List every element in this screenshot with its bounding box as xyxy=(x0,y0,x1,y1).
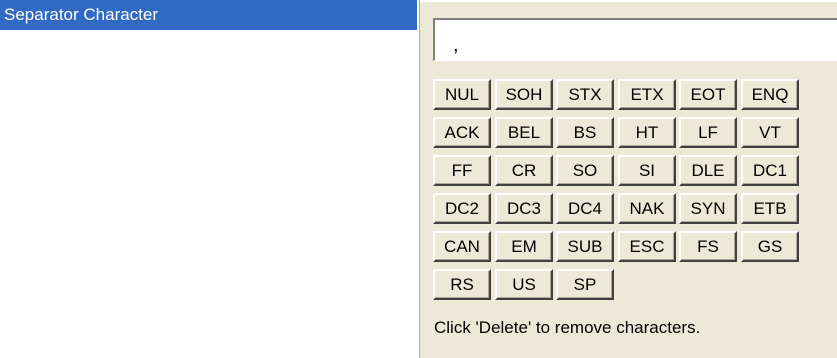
separator-editor-window: Separator Character NULSOHSTXETXEOTENQ AC… xyxy=(0,0,837,358)
char-button-nul[interactable]: NUL xyxy=(433,79,491,110)
char-button-ht[interactable]: HT xyxy=(618,117,676,148)
char-button-ack[interactable]: ACK xyxy=(433,117,491,148)
separator-input[interactable] xyxy=(433,18,837,61)
char-button-us[interactable]: US xyxy=(495,269,553,300)
char-button-dle[interactable]: DLE xyxy=(679,155,737,186)
char-button-bel[interactable]: BEL xyxy=(495,117,553,148)
char-button-syn[interactable]: SYN xyxy=(679,193,737,224)
char-button-can[interactable]: CAN xyxy=(433,231,491,262)
property-list: Separator Character xyxy=(0,0,418,358)
char-button-vt[interactable]: VT xyxy=(741,117,799,148)
delete-hint-text: Click 'Delete' to remove characters. xyxy=(434,318,701,337)
char-button-dc2[interactable]: DC2 xyxy=(433,193,491,224)
char-button-ff[interactable]: FF xyxy=(433,155,491,186)
char-button-em[interactable]: EM xyxy=(495,231,553,262)
char-button-sub[interactable]: SUB xyxy=(556,231,614,262)
char-button-esc[interactable]: ESC xyxy=(618,231,676,262)
property-row-separator-character[interactable]: Separator Character xyxy=(0,0,417,30)
char-button-eot[interactable]: EOT xyxy=(679,79,737,110)
char-button-dc4[interactable]: DC4 xyxy=(556,193,614,224)
char-button-gs[interactable]: GS xyxy=(741,231,799,262)
editor-top-border xyxy=(420,0,837,2)
char-button-stx[interactable]: STX xyxy=(556,79,614,110)
char-button-si[interactable]: SI xyxy=(618,155,676,186)
char-button-dc1[interactable]: DC1 xyxy=(741,155,799,186)
char-button-fs[interactable]: FS xyxy=(679,231,737,262)
char-button-cr[interactable]: CR xyxy=(495,155,553,186)
char-button-enq[interactable]: ENQ xyxy=(741,79,799,110)
char-button-etx[interactable]: ETX xyxy=(618,79,676,110)
char-button-soh[interactable]: SOH xyxy=(495,79,553,110)
char-button-rs[interactable]: RS xyxy=(433,269,491,300)
char-button-etb[interactable]: ETB xyxy=(741,193,799,224)
char-button-dc3[interactable]: DC3 xyxy=(495,193,553,224)
separator-character-editor: NULSOHSTXETXEOTENQ ACKBELBSHTLFVT FFCRSOSI… xyxy=(419,0,837,358)
char-button-bs[interactable]: BS xyxy=(556,117,614,148)
char-button-sp[interactable]: SP xyxy=(556,269,614,300)
char-button-lf[interactable]: LF xyxy=(679,117,737,148)
char-button-nak[interactable]: NAK xyxy=(618,193,676,224)
char-button-so[interactable]: SO xyxy=(556,155,614,186)
